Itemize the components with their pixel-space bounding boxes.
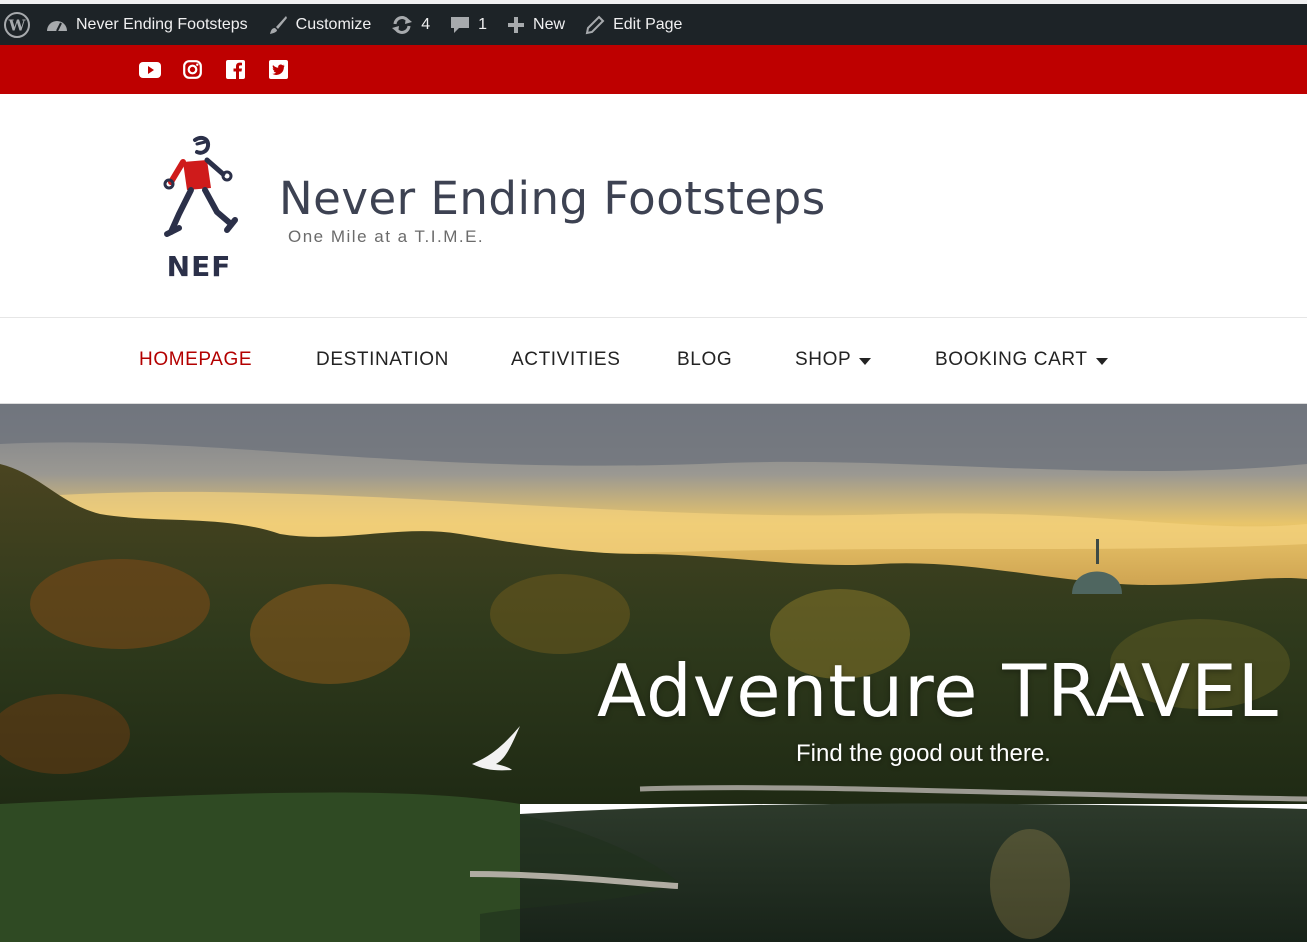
pencil-icon [585, 15, 605, 34]
hero-subtitle: Find the good out there. [796, 740, 1051, 767]
wordpress-logo-icon[interactable]: W [0, 4, 36, 45]
plus-icon [508, 16, 525, 33]
nav-item-blog[interactable]: BLOG [677, 349, 732, 371]
hero-banner: Adventure TRAVEL Find the good out there… [0, 404, 1307, 942]
dashboard-icon [47, 20, 67, 31]
social-bar [0, 45, 1307, 94]
site-title[interactable]: Never Ending Footsteps [279, 172, 826, 225]
nav-item-label: ACTIVITIES [511, 349, 621, 370]
site-header: NEF Never Ending Footsteps One Mile at a… [0, 94, 1307, 318]
nav-item-destination[interactable]: DESTINATION [316, 349, 449, 371]
admin-customize-link[interactable]: Customize [258, 4, 382, 45]
nav-item-label: SHOP [795, 349, 852, 370]
nav-item-homepage[interactable]: HOMEPAGE [139, 349, 252, 371]
updates-icon [392, 15, 413, 34]
hero-title: Adventure TRAVEL [597, 649, 1279, 733]
admin-site-name: Never Ending Footsteps [76, 15, 248, 33]
admin-bar: W Never Ending Footsteps Customize 4 1 N… [0, 0, 1307, 45]
site-tagline: One Mile at a T.I.M.E. [288, 227, 485, 246]
twitter-icon[interactable] [267, 58, 290, 81]
admin-edit-page-link[interactable]: Edit Page [575, 4, 692, 45]
admin-updates-link[interactable]: 4 [381, 4, 440, 45]
main-navigation: HOMEPAGE DESTINATION ACTIVITIES BLOG SHO… [0, 318, 1307, 404]
nav-item-booking-cart[interactable]: BOOKING CART [935, 349, 1108, 371]
instagram-icon[interactable] [181, 58, 204, 81]
svg-text:NEF: NEF [167, 250, 232, 283]
nav-item-label: HOMEPAGE [139, 349, 253, 370]
facebook-icon[interactable] [224, 58, 247, 81]
admin-new-link[interactable]: New [497, 4, 575, 45]
nav-item-shop[interactable]: SHOP [795, 349, 872, 371]
caret-down-icon [859, 357, 872, 365]
nav-item-activities[interactable]: ACTIVITIES [511, 349, 620, 371]
svg-text:W: W [8, 16, 27, 34]
admin-updates-count: 4 [421, 15, 431, 33]
paintbrush-icon [269, 15, 287, 34]
nav-item-label: DESTINATION [316, 349, 449, 370]
admin-edit-page-label: Edit Page [613, 15, 683, 33]
youtube-icon[interactable] [138, 58, 161, 81]
admin-comments-count: 1 [478, 15, 488, 33]
admin-comments-link[interactable]: 1 [440, 4, 497, 45]
caret-down-icon [1095, 357, 1108, 365]
nav-item-label: BOOKING CART [935, 349, 1088, 370]
admin-customize-label: Customize [295, 15, 372, 33]
admin-site-link[interactable]: Never Ending Footsteps [36, 4, 258, 45]
site-logo[interactable]: NEF [157, 134, 247, 284]
comment-icon [451, 16, 470, 33]
admin-new-label: New [533, 15, 566, 33]
nav-item-label: BLOG [677, 349, 733, 370]
